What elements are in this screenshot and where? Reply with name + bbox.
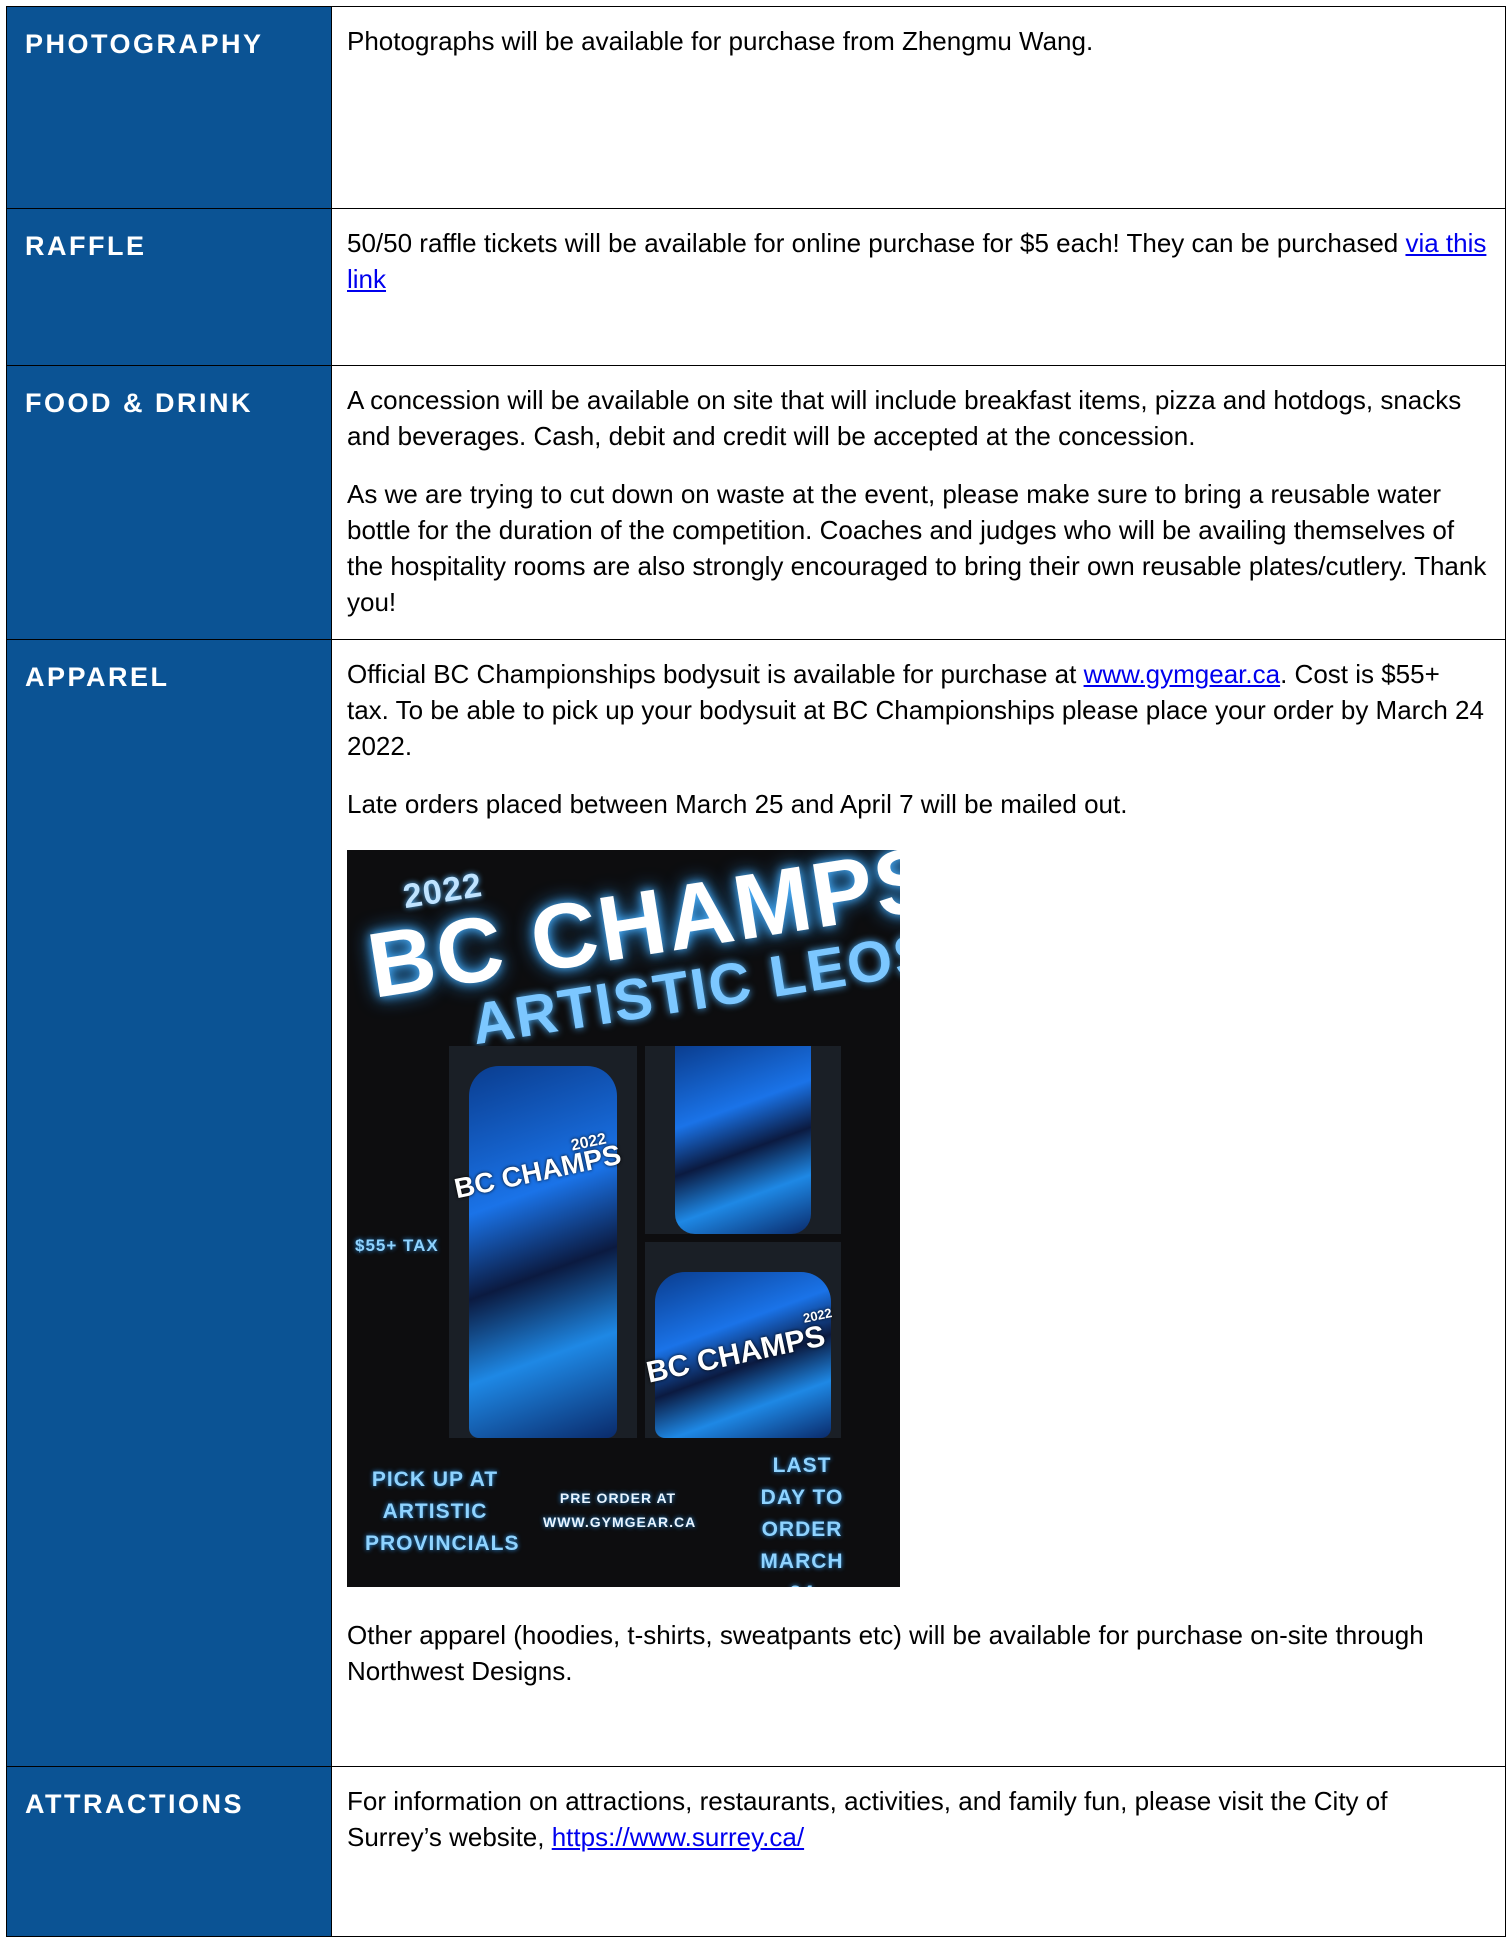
content-cell: Official BC Championships bodysuit is av… (331, 639, 1506, 1767)
content-cell: 50/50 raffle tickets will be available f… (331, 208, 1506, 366)
apparel-paragraph-2: Late orders placed between March 25 and … (347, 789, 1128, 819)
row-raffle: RAFFLE 50/50 raffle tickets will be avai… (6, 208, 1506, 366)
apparel-text-body: Official BC Championships bodysuit is av… (347, 659, 1084, 689)
content-cell: Photographs will be available for purcha… (331, 6, 1506, 209)
bodysuit-detail-photo: 2022 BC CHAMPS (645, 1242, 841, 1438)
bodysuit-front-photo: 2022 BC CHAMPS (449, 1046, 637, 1438)
photography-text: Photographs will be available for purcha… (347, 26, 1094, 56)
apparel-paragraph-3: Other apparel (hoodies, t-shirts, sweatp… (347, 1620, 1424, 1686)
promo-price: $55+ TAX (355, 1236, 439, 1255)
content-cell: For information on attractions, restaura… (331, 1766, 1506, 1937)
attractions-text-body: For information on attractions, restaura… (347, 1786, 1388, 1852)
row-apparel: APPAREL Official BC Championships bodysu… (6, 639, 1506, 1767)
row-label: APPAREL (25, 662, 170, 692)
label-cell: PHOTOGRAPHY (6, 6, 332, 209)
info-table: PHOTOGRAPHY Photographs will be availabl… (6, 6, 1506, 1937)
content-cell: A concession will be available on site t… (331, 365, 1506, 640)
label-cell: APPAREL (6, 639, 332, 1767)
bodysuit-back-photo (645, 1046, 841, 1234)
promo-last-day: LAST DAY TO ORDER MARCH 24 (760, 1454, 844, 1587)
row-label: FOOD & DRINK (25, 388, 253, 418)
row-attractions: ATTRACTIONS For information on attractio… (6, 1766, 1506, 1937)
row-label: RAFFLE (25, 231, 147, 261)
gymgear-link[interactable]: www.gymgear.ca (1084, 659, 1281, 689)
raffle-text-body: 50/50 raffle tickets will be available f… (347, 228, 1406, 258)
bc-champs-leos-promo-image: BC CHAMPS 2022 ARTISTIC LEOS 2022 BC CHA… (347, 850, 900, 1587)
label-cell: RAFFLE (6, 208, 332, 366)
food-paragraph-1: A concession will be available on site t… (347, 385, 1462, 451)
food-paragraph-2: As we are trying to cut down on waste at… (347, 479, 1487, 617)
row-label: ATTRACTIONS (25, 1789, 244, 1819)
attractions-text: For information on attractions, restaura… (347, 1783, 1487, 1855)
label-cell: FOOD & DRINK (6, 365, 332, 640)
raffle-text: 50/50 raffle tickets will be available f… (347, 225, 1487, 297)
row-photography: PHOTOGRAPHY Photographs will be availabl… (6, 6, 1506, 209)
row-food-drink: FOOD & DRINK A concession will be availa… (6, 365, 1506, 640)
label-cell: ATTRACTIONS (6, 1766, 332, 1937)
apparel-paragraph-1: Official BC Championships bodysuit is av… (347, 656, 1487, 764)
promo-pickup: PICK UP AT ARTISTIC PROVINCIALS (365, 1468, 520, 1555)
surrey-website-link[interactable]: https://www.surrey.ca/ (552, 1822, 804, 1852)
row-label: PHOTOGRAPHY (25, 29, 264, 59)
promo-preorder: PRE ORDER AT WWW.GYMGEAR.CA (543, 1490, 697, 1530)
